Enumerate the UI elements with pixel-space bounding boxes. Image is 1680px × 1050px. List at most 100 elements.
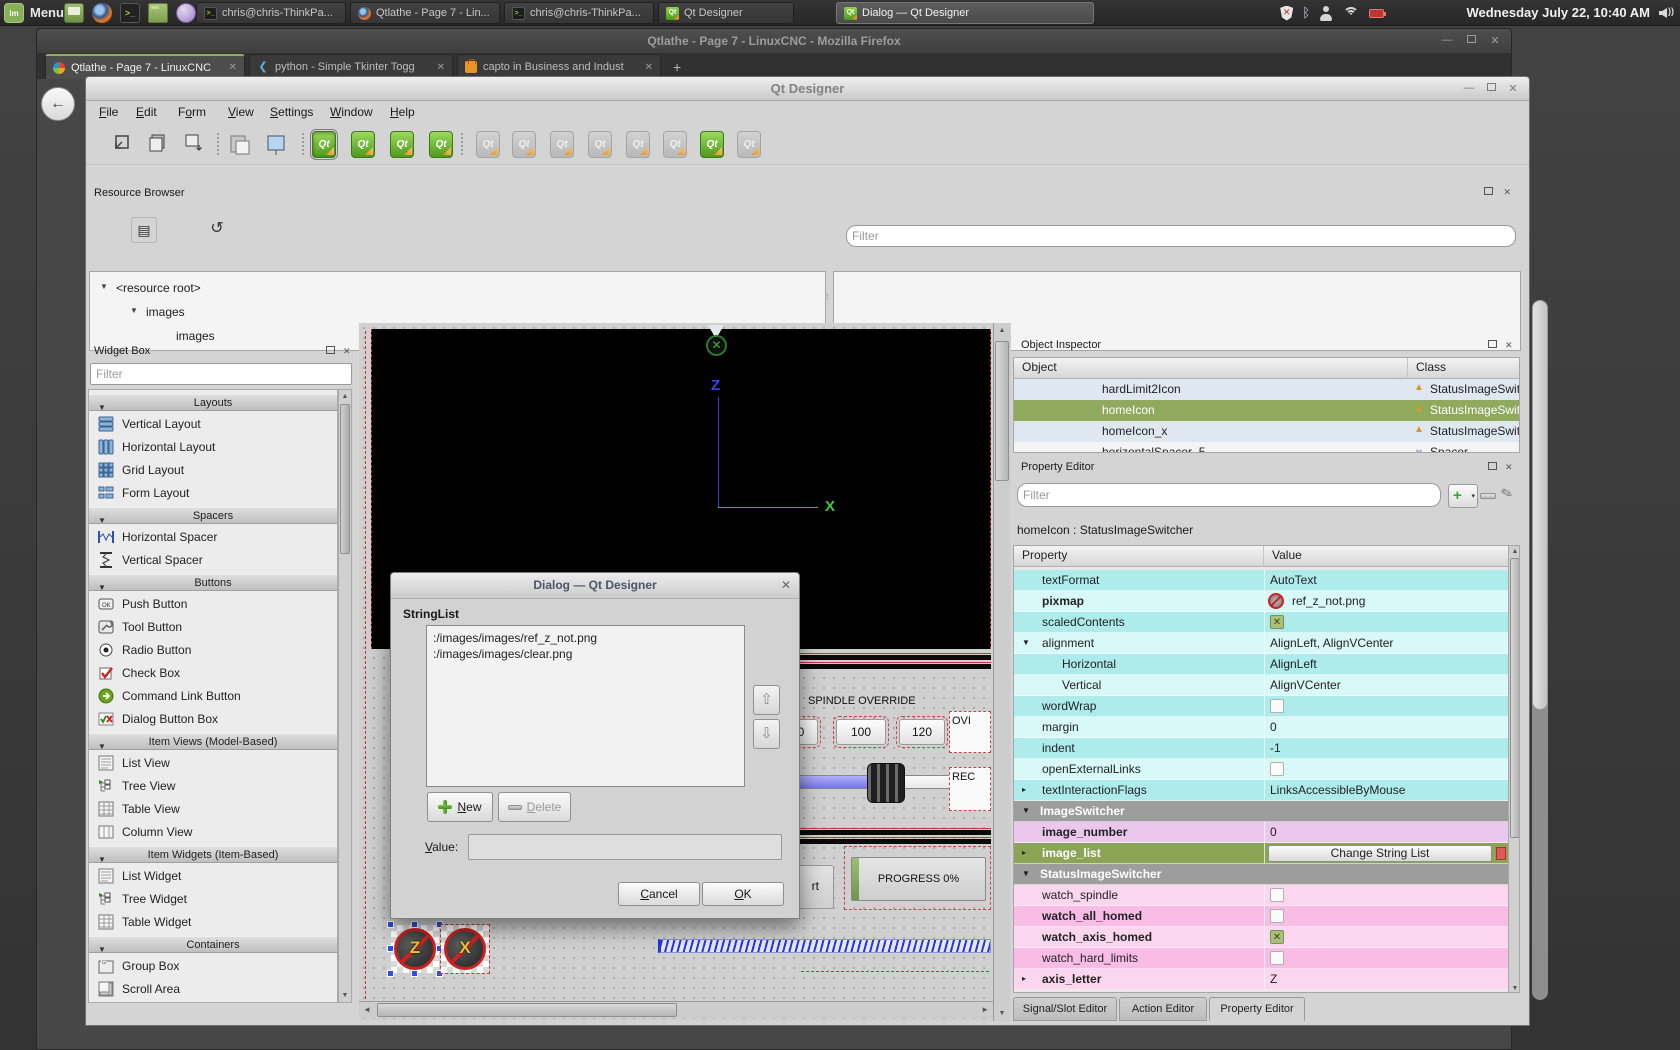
form-vscroll-thumb[interactable] bbox=[995, 341, 1009, 481]
widget-item-vertical-layout[interactable]: Vertical Layout bbox=[89, 413, 337, 436]
scroll-left-icon[interactable]: ◄ bbox=[363, 1005, 371, 1014]
property-row-textInteractionFlags[interactable]: ▸textInteractionFlagsLinksAccessibleByMo… bbox=[1014, 780, 1508, 801]
tab-close-icon[interactable]: ✕ bbox=[229, 62, 237, 73]
property-row-StatusImageSwitcher[interactable]: ▼StatusImageSwitcher bbox=[1014, 864, 1508, 885]
network-icon[interactable] bbox=[1342, 7, 1360, 20]
widget-item-push-button[interactable]: OKPush Button bbox=[89, 593, 337, 616]
property-filter-input[interactable] bbox=[1017, 483, 1441, 507]
checkbox-unchecked[interactable] bbox=[1270, 699, 1284, 713]
selection-handle[interactable] bbox=[387, 970, 394, 977]
menu-window[interactable]: Window bbox=[330, 105, 373, 119]
form-horizontal-scrollbar[interactable]: ◄ ► bbox=[359, 1001, 993, 1018]
scroll-up-icon[interactable]: ▲ bbox=[994, 327, 1010, 334]
background-scrollbar-thumb[interactable] bbox=[1532, 300, 1548, 710]
back-icon[interactable]: ← bbox=[41, 87, 75, 121]
delete-button[interactable]: Delete bbox=[498, 792, 571, 822]
qt-tool-button-16[interactable]: Qt bbox=[588, 131, 612, 158]
widget-item-horizontal-layout[interactable]: Horizontal Layout bbox=[89, 436, 337, 459]
property-scrollbar-thumb[interactable] bbox=[1510, 558, 1520, 838]
widget-item-vertical-spacer[interactable]: Vertical Spacer bbox=[89, 549, 337, 572]
widget-category-layouts[interactable]: ▼Layouts bbox=[89, 394, 337, 411]
expander-open-icon[interactable]: ▼ bbox=[1022, 638, 1030, 647]
resource-browser-close-icon[interactable]: ✕ bbox=[1503, 187, 1511, 198]
object-row-homeIcon[interactable]: homeIcon▲StatusImageSwitcher bbox=[1014, 400, 1519, 421]
checkbox-checked[interactable] bbox=[1270, 930, 1284, 944]
qt-tool-button-8[interactable]: Qt bbox=[312, 131, 336, 158]
scroll-right-icon[interactable]: ► bbox=[981, 1005, 989, 1014]
clock[interactable]: Wednesday July 22, 10:40 AM bbox=[1466, 5, 1650, 20]
widget-item-dialog-button-box[interactable]: Dialog Button Box bbox=[89, 708, 337, 731]
widget-item-table-view[interactable]: Table View bbox=[89, 798, 337, 821]
form-hscroll-thumb[interactable] bbox=[377, 1003, 677, 1017]
expander-closed-icon[interactable]: ▸ bbox=[1022, 974, 1026, 983]
change-string-list-button[interactable]: Change String List bbox=[1268, 845, 1492, 862]
property-row-scaledContents[interactable]: scaledContents bbox=[1014, 612, 1508, 633]
firefox-launcher-icon[interactable] bbox=[92, 3, 112, 23]
security-shield-icon[interactable]: ✕ bbox=[1280, 6, 1293, 21]
taskbar-window-5[interactable]: QtDialog — Qt Designer bbox=[836, 2, 1094, 24]
object-row-hardLimit2Icon[interactable]: hardLimit2Icon▲StatusImageSwitcher bbox=[1014, 379, 1519, 400]
splitter-handle[interactable]: ⁞ bbox=[826, 292, 829, 302]
widget-box-scrollbar[interactable]: ▲ ▼ bbox=[338, 389, 352, 1003]
window-down-icon[interactable] bbox=[182, 132, 208, 158]
taskbar-window-1[interactable]: >_chris@chris-ThinkPa... bbox=[196, 2, 346, 24]
qt-tool-button-11[interactable]: Qt bbox=[429, 131, 453, 158]
terminal-launcher-icon[interactable]: >_ bbox=[120, 3, 140, 23]
column-header-object[interactable]: Object bbox=[1014, 358, 1408, 379]
widget-blue-icon[interactable] bbox=[263, 132, 289, 158]
property-editor-float-icon[interactable] bbox=[1488, 462, 1497, 472]
property-row-alignment[interactable]: ▼alignmentAlignLeft, AlignVCenter bbox=[1014, 633, 1508, 654]
qt-minimize-icon[interactable]: — bbox=[1461, 82, 1477, 94]
object-row-homeIcon_x[interactable]: homeIcon_x▲StatusImageSwitcher bbox=[1014, 421, 1519, 442]
property-row-watch_axis_homed[interactable]: watch_axis_homed bbox=[1014, 927, 1508, 948]
expander-closed-icon[interactable]: ▸ bbox=[1022, 848, 1026, 857]
selection-handle[interactable] bbox=[411, 921, 418, 928]
column-header-property[interactable]: Property bbox=[1014, 546, 1264, 567]
tab-close-icon[interactable]: ✕ bbox=[645, 62, 653, 73]
widget-item-radio-button[interactable]: Radio Button bbox=[89, 639, 337, 662]
widget-category-buttons[interactable]: ▼Buttons bbox=[89, 574, 337, 591]
dock-window-icon[interactable] bbox=[112, 132, 138, 158]
property-row-Vertical[interactable]: VerticalAlignVCenter bbox=[1014, 675, 1508, 696]
qt-close-icon[interactable]: ✕ bbox=[1505, 82, 1521, 95]
tab-signal-slot-editor[interactable]: Signal/Slot Editor bbox=[1013, 997, 1117, 1021]
override-limits-button[interactable]: OVI bbox=[949, 711, 991, 753]
menu-edit[interactable]: Edit bbox=[136, 105, 157, 119]
widget-category-item-views-model-based-[interactable]: ▼Item Views (Model-Based) bbox=[89, 733, 337, 750]
taskbar-window-4[interactable]: QtQt Designer bbox=[658, 2, 794, 24]
ok-button[interactable]: OK bbox=[702, 882, 784, 906]
property-row-image_number[interactable]: image_number0 bbox=[1014, 822, 1508, 843]
widget-box-float-icon[interactable] bbox=[326, 346, 335, 356]
qt-tool-button-15[interactable]: Qt bbox=[550, 131, 574, 158]
qt-tool-button-18[interactable]: Qt bbox=[663, 131, 687, 158]
resource-filter-input[interactable] bbox=[846, 225, 1516, 247]
taskbar-window-3[interactable]: >_chris@chris-ThinkPa... bbox=[504, 2, 654, 24]
new-tab-icon[interactable]: + bbox=[673, 59, 681, 75]
widget-category-item-widgets-item-based-[interactable]: ▼Item Widgets (Item-Based) bbox=[89, 846, 337, 863]
property-scrollbar[interactable]: ▲▼ bbox=[1508, 546, 1520, 993]
slider-handle[interactable] bbox=[867, 763, 905, 803]
checkbox-unchecked[interactable] bbox=[1270, 909, 1284, 923]
property-row-wordWrap[interactable]: wordWrap bbox=[1014, 696, 1508, 717]
property-row-pixmap[interactable]: pixmapref_z_not.png bbox=[1014, 591, 1508, 612]
object-inspector-float-icon[interactable] bbox=[1488, 340, 1497, 350]
files-launcher-icon[interactable] bbox=[148, 3, 168, 23]
qt-tool-button-9[interactable]: Qt bbox=[351, 131, 375, 158]
widget-item-command-link-button[interactable]: Command Link Button bbox=[89, 685, 337, 708]
tab-property-editor[interactable]: Property Editor bbox=[1209, 997, 1305, 1021]
firefox-minimize-icon[interactable]: — bbox=[1439, 34, 1455, 46]
scroll-up-icon[interactable]: ▲ bbox=[339, 393, 351, 400]
value-input[interactable] bbox=[468, 834, 782, 860]
qt-designer-titlebar[interactable]: Qt Designer bbox=[86, 77, 1529, 101]
new-button[interactable]: New bbox=[427, 792, 493, 822]
record-button[interactable]: REC bbox=[949, 767, 991, 811]
column-header-value[interactable]: Value bbox=[1264, 546, 1520, 567]
qt-tool-button-20[interactable]: Qt bbox=[737, 131, 761, 158]
resource-tree-item[interactable]: ▼images bbox=[90, 302, 825, 324]
tab-action-editor[interactable]: Action Editor bbox=[1119, 997, 1207, 1021]
move-up-button[interactable]: ⇧ bbox=[753, 685, 780, 715]
widget-item-form-layout[interactable]: Form Layout bbox=[89, 482, 337, 505]
widget-item-list-view[interactable]: List View bbox=[89, 752, 337, 775]
qt-tool-button-10[interactable]: Qt bbox=[390, 131, 414, 158]
edit-resources-icon[interactable]: ▤ bbox=[131, 217, 157, 243]
